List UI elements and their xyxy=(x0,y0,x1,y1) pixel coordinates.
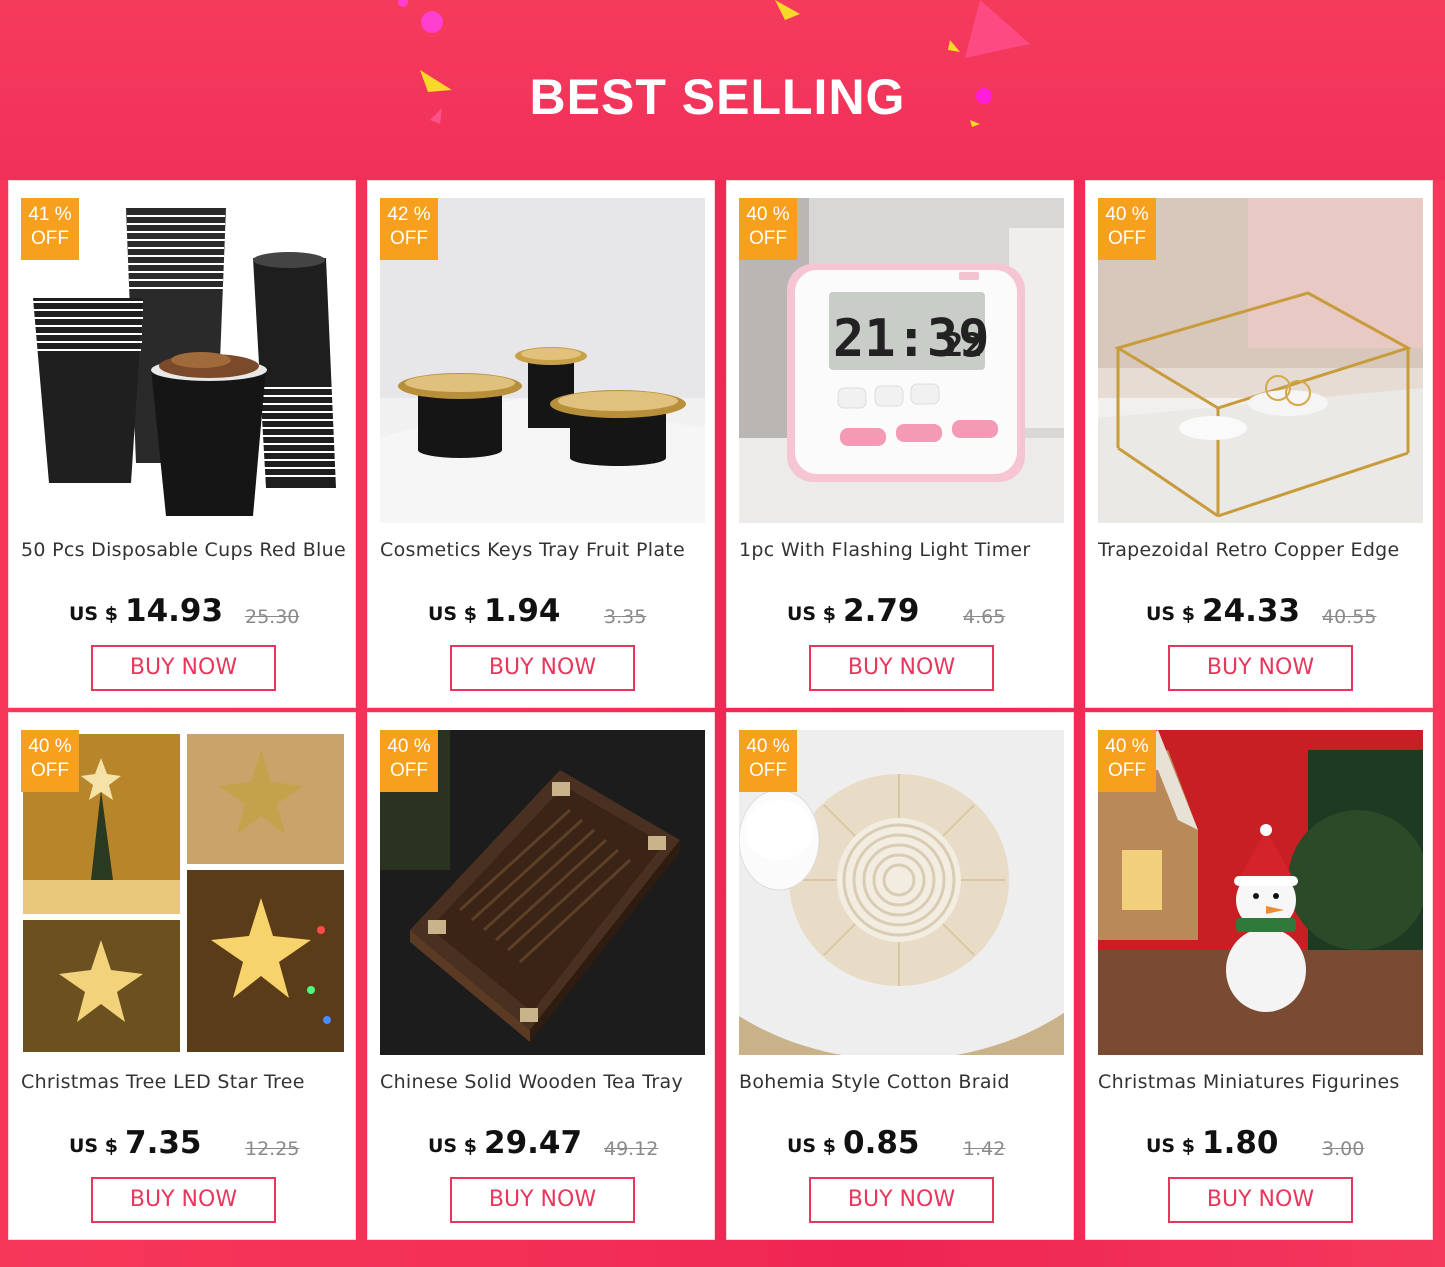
best-selling-page: BEST SELLING 41 % OFF 50 Pcs Disposable … xyxy=(0,0,1445,1267)
discount-off-label: OFF xyxy=(749,760,787,781)
currency-label: US $ xyxy=(69,603,118,625)
discount-off-label: OFF xyxy=(1108,760,1146,781)
discount-percent: 40 % xyxy=(1105,204,1149,225)
discount-badge: 40 % OFF xyxy=(21,730,79,792)
discount-off-label: OFF xyxy=(1108,228,1146,249)
price-row: US $ 24.33 40.55 xyxy=(1086,591,1434,631)
sale-price: 0.85 xyxy=(843,1125,920,1161)
currency-label: US $ xyxy=(1146,1135,1195,1157)
sale-price: 1.94 xyxy=(484,593,561,629)
discount-badge: 40 % OFF xyxy=(1098,730,1156,792)
discount-percent: 40 % xyxy=(1105,736,1149,757)
discount-off-label: OFF xyxy=(31,760,69,781)
discount-badge: 40 % OFF xyxy=(739,198,797,260)
product-title[interactable]: Chinese Solid Wooden Tea Tray xyxy=(380,1071,710,1093)
discount-percent: 40 % xyxy=(746,736,790,757)
product-title[interactable]: 50 Pcs Disposable Cups Red Blue xyxy=(21,539,351,561)
original-price: 40.55 xyxy=(1322,606,1377,628)
price-row: US $ 2.79 4.65 xyxy=(727,591,1075,631)
currency-label: US $ xyxy=(787,603,836,625)
discount-percent: 41 % xyxy=(28,204,72,225)
product-title[interactable]: 1pc With Flashing Light Timer xyxy=(739,539,1069,561)
sale-price: 29.47 xyxy=(484,1125,583,1161)
product-card[interactable]: 40 % OFF Christmas Miniatures Figurines … xyxy=(1085,712,1433,1240)
buy-now-button[interactable]: BUY NOW xyxy=(809,1177,994,1223)
original-price: 49.12 xyxy=(604,1138,659,1160)
timer-seconds: 22 xyxy=(944,326,983,364)
discount-badge: 41 % OFF xyxy=(21,198,79,260)
currency-label: US $ xyxy=(428,1135,477,1157)
buy-now-button[interactable]: BUY NOW xyxy=(91,645,276,691)
original-price: 25.30 xyxy=(245,606,300,628)
product-card[interactable]: 40 % OFF Chinese Solid Wooden Tea Tray U… xyxy=(367,712,715,1240)
buy-now-button[interactable]: BUY NOW xyxy=(809,645,994,691)
buy-now-button[interactable]: BUY NOW xyxy=(1168,1177,1353,1223)
price-row: US $ 29.47 49.12 xyxy=(368,1123,716,1163)
original-price: 4.65 xyxy=(963,606,1006,628)
product-card[interactable]: 21:39 22 40 % OFF 1pc With Flashing Ligh… xyxy=(726,180,1074,708)
original-price: 1.42 xyxy=(963,1138,1006,1160)
original-price: 12.25 xyxy=(245,1138,300,1160)
sale-price: 1.80 xyxy=(1202,1125,1279,1161)
product-title[interactable]: Christmas Tree LED Star Tree xyxy=(21,1071,351,1093)
price-row: US $ 1.80 3.00 xyxy=(1086,1123,1434,1163)
buy-now-button[interactable]: BUY NOW xyxy=(450,1177,635,1223)
discount-percent: 40 % xyxy=(746,204,790,225)
discount-badge: 40 % OFF xyxy=(739,730,797,792)
product-card[interactable]: 42 % OFF Cosmetics Keys Tray Fruit Plate… xyxy=(367,180,715,708)
original-price: 3.00 xyxy=(1322,1138,1365,1160)
sale-price: 7.35 xyxy=(125,1125,202,1161)
discount-badge: 42 % OFF xyxy=(380,198,438,260)
buy-now-button[interactable]: BUY NOW xyxy=(91,1177,276,1223)
currency-label: US $ xyxy=(428,603,477,625)
currency-label: US $ xyxy=(787,1135,836,1157)
product-title[interactable]: Christmas Miniatures Figurines xyxy=(1098,1071,1428,1093)
discount-percent: 40 % xyxy=(28,736,72,757)
product-card[interactable]: 40 % OFF Trapezoidal Retro Copper Edge U… xyxy=(1085,180,1433,708)
discount-percent: 40 % xyxy=(387,736,431,757)
discount-off-label: OFF xyxy=(749,228,787,249)
discount-off-label: OFF xyxy=(31,228,69,249)
header-banner: BEST SELLING xyxy=(0,0,1445,180)
currency-label: US $ xyxy=(1146,603,1195,625)
sale-price: 2.79 xyxy=(843,593,920,629)
price-row: US $ 1.94 3.35 xyxy=(368,591,716,631)
product-grid: 41 % OFF 50 Pcs Disposable Cups Red Blue… xyxy=(8,180,1438,1244)
discount-badge: 40 % OFF xyxy=(380,730,438,792)
original-price: 3.35 xyxy=(604,606,647,628)
product-title[interactable]: Bohemia Style Cotton Braid xyxy=(739,1071,1069,1093)
price-row: US $ 14.93 25.30 xyxy=(9,591,357,631)
price-row: US $ 7.35 12.25 xyxy=(9,1123,357,1163)
product-title[interactable]: Trapezoidal Retro Copper Edge xyxy=(1098,539,1428,561)
page-title: BEST SELLING xyxy=(529,69,906,125)
product-card[interactable]: 40 % OFF Bohemia Style Cotton Braid US $… xyxy=(726,712,1074,1240)
price-row: US $ 0.85 1.42 xyxy=(727,1123,1075,1163)
product-card[interactable]: 41 % OFF 50 Pcs Disposable Cups Red Blue… xyxy=(8,180,356,708)
discount-percent: 42 % xyxy=(387,204,431,225)
product-title[interactable]: Cosmetics Keys Tray Fruit Plate xyxy=(380,539,710,561)
buy-now-button[interactable]: BUY NOW xyxy=(450,645,635,691)
sale-price: 24.33 xyxy=(1202,593,1301,629)
discount-badge: 40 % OFF xyxy=(1098,198,1156,260)
discount-off-label: OFF xyxy=(390,228,428,249)
discount-off-label: OFF xyxy=(390,760,428,781)
buy-now-button[interactable]: BUY NOW xyxy=(1168,645,1353,691)
sale-price: 14.93 xyxy=(125,593,224,629)
product-card[interactable]: 40 % OFF Christmas Tree LED Star Tree US… xyxy=(8,712,356,1240)
currency-label: US $ xyxy=(69,1135,118,1157)
